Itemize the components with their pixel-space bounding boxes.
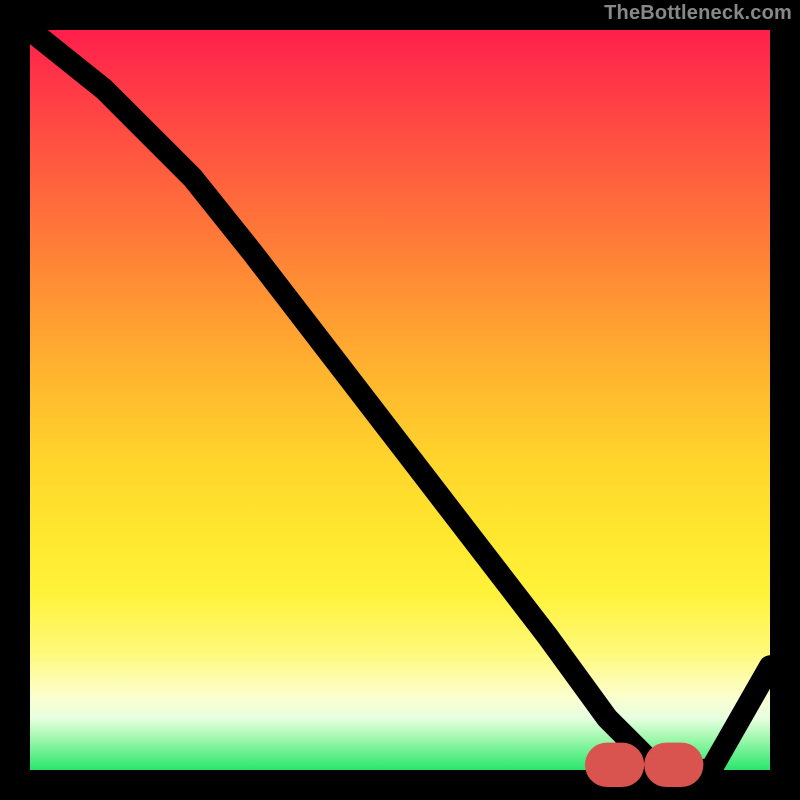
attribution-text: TheBottleneck.com — [604, 2, 792, 25]
plot-area — [30, 30, 770, 770]
chart-svg — [30, 30, 770, 770]
chart-frame: TheBottleneck.com — [0, 0, 800, 800]
bottleneck-curve — [30, 30, 770, 770]
